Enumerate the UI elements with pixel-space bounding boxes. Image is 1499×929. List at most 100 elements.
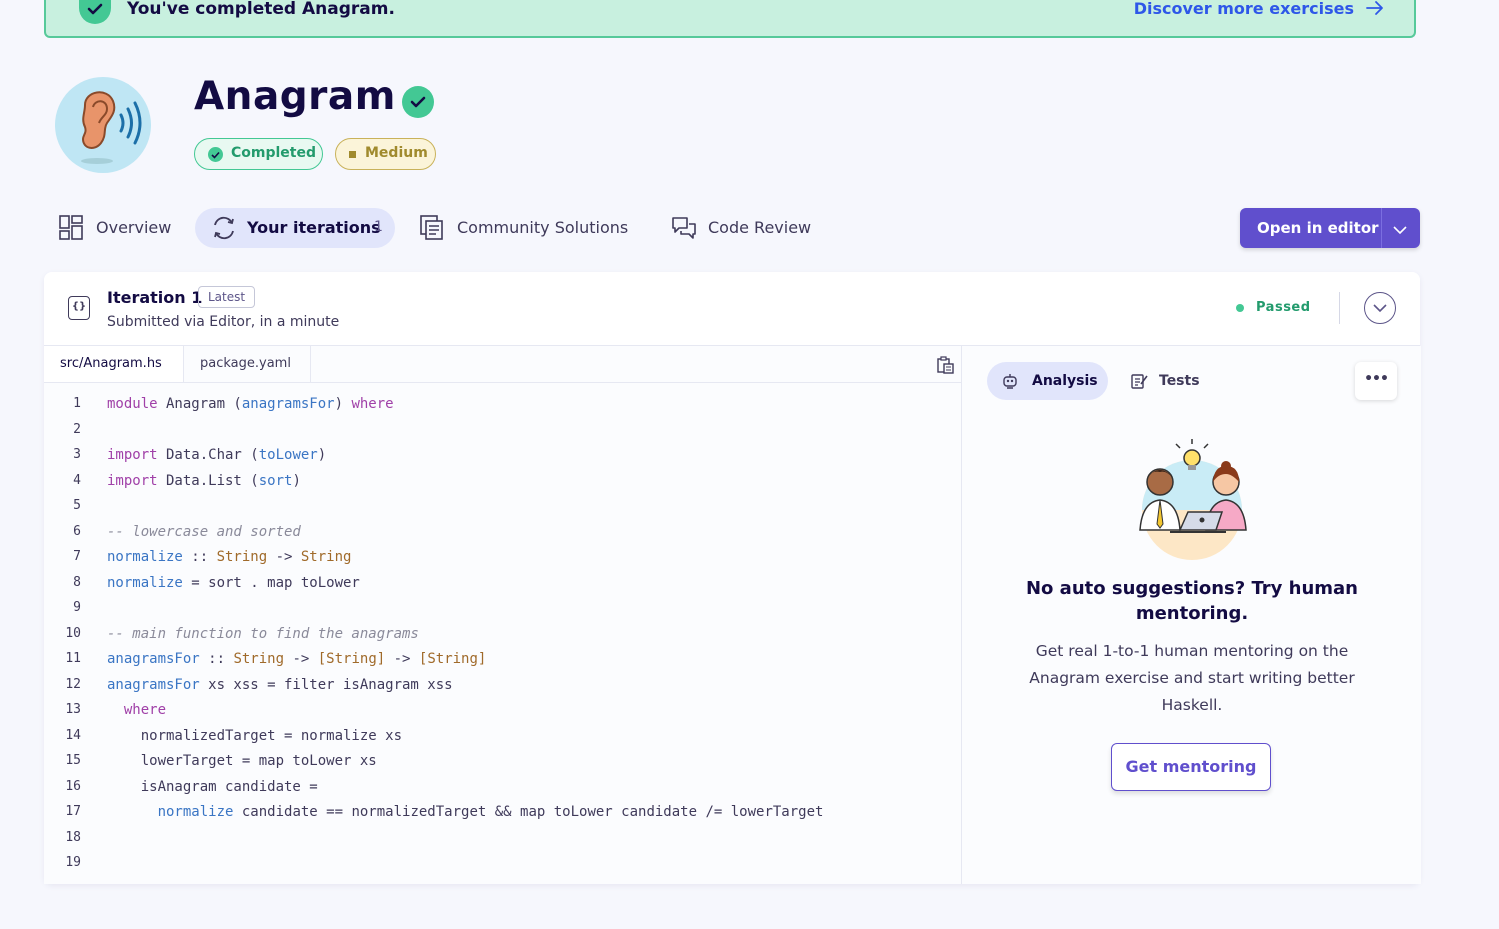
code-line: 11 anagramsFor :: String -> [String] -> [… [44,651,961,676]
code-line: 17 normalize candidate == normalizedTarg… [44,804,961,829]
tab-analysis[interactable]: Analysis [987,362,1108,400]
line-number: 6 [73,523,81,539]
line-code: import Data.List (sort) [107,472,301,489]
tests-icon [1130,373,1148,393]
community-solutions-icon [420,215,444,245]
completed-check-icon [402,86,434,118]
exercise-title: Anagram [194,74,396,119]
line-code: anagramsFor :: String -> [String] -> [St… [107,651,487,667]
copy-icon[interactable] [936,356,954,378]
code-line: 6 -- lowercase and sorted [44,524,961,549]
passed-dot-icon [1236,304,1244,312]
tab-tests-label: Tests [1159,373,1200,389]
test-status: Passed [1256,300,1311,315]
tab-your-iterations-label: Your iterations [247,218,381,237]
line-number: 18 [65,829,81,845]
code-review-icon [671,215,697,245]
line-number: 16 [65,778,81,794]
code-line: 7 normalize :: String -> String [44,549,961,574]
line-number: 15 [65,753,81,768]
line-code: lowerTarget = map toLower xs [107,753,377,769]
line-code: normalize candidate == normalizedTarget … [157,804,824,820]
exercise-ear-icon [55,77,151,173]
open-in-editor-label: Open in editor [1257,219,1379,237]
tab-overview[interactable]: Overview [59,208,189,248]
discover-exercises-link[interactable]: Discover more exercises [1134,0,1354,18]
line-number: 5 [73,498,81,513]
code-line: 14 normalizedTarget = normalize xs [44,728,961,753]
iteration-panel: {} Iteration 1 Latest Submitted via Edit… [44,272,1421,884]
code-line: 12 anagramsFor xs xss = filter isAnagram … [44,677,961,702]
line-number: 7 [73,549,81,564]
completed-tag: Completed [194,138,323,170]
tab-analysis-label: Analysis [1032,373,1098,389]
dashboard-icon [59,215,83,245]
expand-iteration-button[interactable] [1364,292,1396,324]
code-line: 19 [44,855,961,880]
line-code: -- lowercase and sorted [107,523,301,540]
line-code: module Anagram (anagramsFor) where [107,396,394,412]
chevron-down-icon[interactable] [1393,221,1407,239]
code-line: 8 normalize = sort . map toLower [44,575,961,600]
banner-message: You've completed Anagram. [127,0,395,19]
suggestion-title: No auto suggestions? Try human mentoring… [1025,578,1358,624]
line-code: anagramsFor xs xss = filter isAnagram xs… [107,676,453,693]
line-number: 9 [73,600,81,615]
difficulty-square-icon [349,151,356,158]
line-code: import Data.Char (toLower) [107,447,327,463]
completion-banner: You've completed Anagram. Discover more … [44,0,1416,38]
arrow-right-icon[interactable] [1366,0,1384,20]
tab-tests[interactable]: Tests [1130,362,1210,400]
line-code: normalize :: String -> String [107,549,352,565]
code-line: 15 lowerTarget = map toLower xs [44,753,961,778]
open-in-editor-button[interactable]: Open in editor [1240,208,1420,248]
iterations-icon [211,215,237,245]
iteration-title: Iteration 1 [107,288,203,307]
file-tab-package-yaml[interactable]: package.yaml [184,346,311,382]
button-divider [1381,208,1382,248]
difficulty-tag-label: Medium [365,145,428,161]
line-number: 11 [65,651,81,666]
code-line: 4 import Data.List (sort) [44,473,961,498]
header-divider [1339,292,1340,324]
check-icon [79,0,111,24]
line-number: 3 [73,447,81,462]
iterations-count: 1 [374,219,383,235]
line-number: 2 [73,421,81,437]
line-code: isAnagram candidate = [107,778,318,795]
line-number: 19 [65,855,81,870]
tab-code-review-label: Code Review [708,218,812,237]
code-line: 3 import Data.Char (toLower) [44,447,961,472]
iteration-header: {} Iteration 1 Latest Submitted via Edit… [44,272,1420,346]
line-number: 13 [65,702,81,717]
tab-code-review[interactable]: Code Review [671,208,821,248]
mentoring-illustration-icon [1130,438,1254,562]
suggestion-text: Get real 1-to-1 human mentoring on the A… [1029,642,1355,714]
completed-tag-label: Completed [231,145,317,161]
file-tabs: src/Anagram.hs package.yaml [44,346,961,383]
line-number: 4 [73,472,81,488]
code-viewer: src/Anagram.hs package.yaml 1 module Anag… [44,346,961,884]
tab-community-solutions[interactable]: Community Solutions [420,208,640,248]
tab-community-solutions-label: Community Solutions [457,218,629,237]
code-file-icon: {} [68,296,90,320]
code-line: 10 -- main function to find the anagrams [44,626,961,651]
line-number: 14 [65,727,81,743]
file-tab-anagram-hs[interactable]: src/Anagram.hs [44,346,184,382]
code-line: 9 [44,600,961,625]
analysis-panel: Analysis Tests ••• No auto suggestions? … [961,346,1421,884]
latest-badge: Latest [198,286,256,308]
code-line: 16 isAnagram candidate = [44,779,961,804]
get-mentoring-button[interactable]: Get mentoring [1111,743,1271,791]
iteration-submitted: Submitted via Editor, in a minute [107,314,340,330]
check-icon [208,147,223,162]
line-code: -- main function to find the anagrams [107,625,419,642]
tab-your-iterations[interactable]: Your iterations 1 [195,208,395,248]
difficulty-tag: Medium [335,138,436,170]
code-line: 5 [44,498,961,523]
code-line: 18 [44,830,961,855]
robot-icon [1002,373,1018,393]
line-number: 8 [73,574,81,590]
more-options-button[interactable]: ••• [1355,362,1397,400]
code-line: 2 [44,422,961,447]
